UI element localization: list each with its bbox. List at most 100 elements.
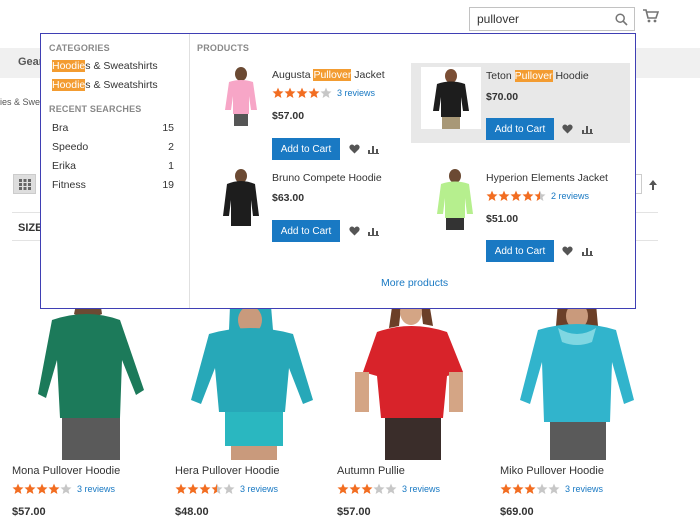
product-card[interactable]: Mona Pullover Hoodie 3 reviews $57.00 bbox=[12, 299, 162, 518]
product-name[interactable]: Hera Pullover Hoodie bbox=[175, 465, 280, 477]
product-price: $57.00 bbox=[337, 506, 371, 518]
sort-direction-icon[interactable] bbox=[649, 180, 657, 190]
product-name[interactable]: Autumn Pullie bbox=[337, 465, 405, 477]
product-name[interactable]: Hyperion Elements Jacket bbox=[486, 172, 608, 184]
reviews-link[interactable]: 3 reviews bbox=[565, 484, 603, 494]
product-name[interactable]: Miko Pullover Hoodie bbox=[500, 465, 604, 477]
star-icon bbox=[385, 483, 397, 494]
compare-icon[interactable] bbox=[582, 124, 593, 134]
product-thumbnail[interactable] bbox=[211, 168, 271, 230]
product-card[interactable]: Autumn Pullie 3 reviews $57.00 bbox=[337, 298, 487, 518]
categories-title: CATEGORIES bbox=[49, 43, 110, 53]
product-name[interactable]: Augusta Pullover Jacket bbox=[272, 69, 385, 81]
add-to-cart-button[interactable]: Add to Cart bbox=[486, 240, 554, 262]
compare-icon[interactable] bbox=[582, 246, 593, 256]
star-icon bbox=[24, 483, 36, 494]
products-title: PRODUCTS bbox=[197, 43, 250, 53]
product-price: $63.00 bbox=[272, 192, 305, 204]
star-icon bbox=[534, 190, 546, 201]
grid-mode-button[interactable] bbox=[13, 174, 36, 194]
product-rating: 3 reviews bbox=[500, 483, 603, 495]
autocomplete-product[interactable]: Augusta Pullover Jacket 3 reviews $57.00… bbox=[197, 62, 416, 162]
star-icon bbox=[199, 483, 211, 494]
search-autocomplete: CATEGORIES Hoodies & Sweatshirts Hoodies… bbox=[40, 33, 636, 309]
breadcrumb[interactable]: ies & Swea bbox=[0, 97, 45, 107]
recent-search-item[interactable]: Fitness 19 bbox=[52, 179, 174, 191]
star-icon bbox=[272, 87, 284, 98]
wishlist-icon[interactable] bbox=[562, 246, 573, 256]
product-image[interactable] bbox=[12, 299, 162, 460]
reviews-link[interactable]: 3 reviews bbox=[337, 88, 375, 98]
add-to-cart-button[interactable]: Add to Cart bbox=[272, 138, 340, 160]
product-card[interactable]: Hera Pullover Hoodie 3 reviews $48.00 bbox=[175, 300, 325, 518]
product-name[interactable]: Bruno Compete Hoodie bbox=[272, 172, 382, 184]
product-image[interactable] bbox=[175, 300, 325, 460]
star-icon bbox=[486, 190, 498, 201]
wishlist-icon[interactable] bbox=[349, 226, 360, 236]
star-icon bbox=[223, 483, 235, 494]
product-rating: 2 reviews bbox=[486, 190, 589, 202]
product-image[interactable] bbox=[500, 298, 650, 460]
reviews-link[interactable]: 2 reviews bbox=[551, 191, 589, 201]
autocomplete-product[interactable]: Teton Pullover Hoodie $70.00 Add to Cart bbox=[411, 63, 630, 143]
rating-stars bbox=[500, 483, 560, 495]
star-icon bbox=[536, 483, 548, 494]
reviews-link[interactable]: 3 reviews bbox=[77, 484, 115, 494]
product-thumbnail[interactable] bbox=[421, 67, 481, 129]
star-icon bbox=[498, 190, 510, 201]
star-icon bbox=[296, 87, 308, 98]
cart-icon[interactable] bbox=[643, 9, 659, 23]
star-icon bbox=[60, 483, 72, 494]
recent-searches-title: RECENT SEARCHES bbox=[49, 104, 142, 114]
product-name[interactable]: Teton Pullover Hoodie bbox=[486, 70, 589, 82]
rating-stars bbox=[272, 87, 332, 99]
product-price: $70.00 bbox=[486, 91, 519, 103]
autocomplete-product[interactable]: Bruno Compete Hoodie $63.00 Add to Cart bbox=[197, 164, 416, 246]
product-rating: 3 reviews bbox=[12, 483, 115, 495]
recent-search-item[interactable]: Bra 15 bbox=[52, 122, 174, 134]
product-name[interactable]: Mona Pullover Hoodie bbox=[12, 465, 120, 477]
add-to-cart-button[interactable]: Add to Cart bbox=[272, 220, 340, 242]
wishlist-icon[interactable] bbox=[349, 144, 360, 154]
more-products-link[interactable]: More products bbox=[381, 277, 448, 289]
category-suggestion[interactable]: Hoodies & Sweatshirts bbox=[52, 79, 158, 91]
filter-size-label[interactable]: SIZE bbox=[18, 222, 42, 234]
page-header bbox=[0, 0, 700, 36]
reviews-link[interactable]: 3 reviews bbox=[240, 484, 278, 494]
star-icon bbox=[48, 483, 60, 494]
star-icon bbox=[187, 483, 199, 494]
autocomplete-product[interactable]: Hyperion Elements Jacket 2 reviews $51.0… bbox=[411, 164, 630, 264]
star-icon bbox=[500, 483, 512, 494]
star-icon bbox=[36, 483, 48, 494]
recent-search-item[interactable]: Erika 1 bbox=[52, 160, 174, 172]
compare-icon[interactable] bbox=[368, 226, 379, 236]
grid-icon bbox=[19, 179, 31, 190]
autocomplete-products-panel: PRODUCTS Augusta Pullover Jacket 3 revie… bbox=[191, 34, 635, 308]
search-input[interactable] bbox=[470, 8, 610, 30]
product-price: $69.00 bbox=[500, 506, 534, 518]
reviews-link[interactable]: 3 reviews bbox=[402, 484, 440, 494]
compare-icon[interactable] bbox=[368, 144, 379, 154]
star-icon bbox=[320, 87, 332, 98]
product-thumbnail[interactable] bbox=[425, 168, 485, 230]
product-thumbnail[interactable] bbox=[211, 66, 271, 128]
star-icon bbox=[524, 483, 536, 494]
star-icon bbox=[12, 483, 24, 494]
star-icon bbox=[522, 190, 534, 201]
star-icon bbox=[361, 483, 373, 494]
wishlist-icon[interactable] bbox=[562, 124, 573, 134]
autocomplete-left-panel: CATEGORIES Hoodies & Sweatshirts Hoodies… bbox=[41, 34, 190, 308]
product-image[interactable] bbox=[337, 298, 487, 460]
recent-search-item[interactable]: Speedo 2 bbox=[52, 141, 174, 153]
star-icon bbox=[349, 483, 361, 494]
search-box[interactable] bbox=[469, 7, 635, 31]
rating-stars bbox=[175, 483, 235, 495]
star-icon bbox=[337, 483, 349, 494]
product-price: $51.00 bbox=[486, 213, 519, 225]
rating-stars bbox=[486, 190, 546, 202]
add-to-cart-button[interactable]: Add to Cart bbox=[486, 118, 554, 140]
star-icon bbox=[548, 483, 560, 494]
product-card[interactable]: Miko Pullover Hoodie 3 reviews $69.00 bbox=[500, 298, 650, 518]
category-suggestion[interactable]: Hoodies & Sweatshirts bbox=[52, 60, 158, 72]
search-icon[interactable] bbox=[615, 13, 628, 26]
